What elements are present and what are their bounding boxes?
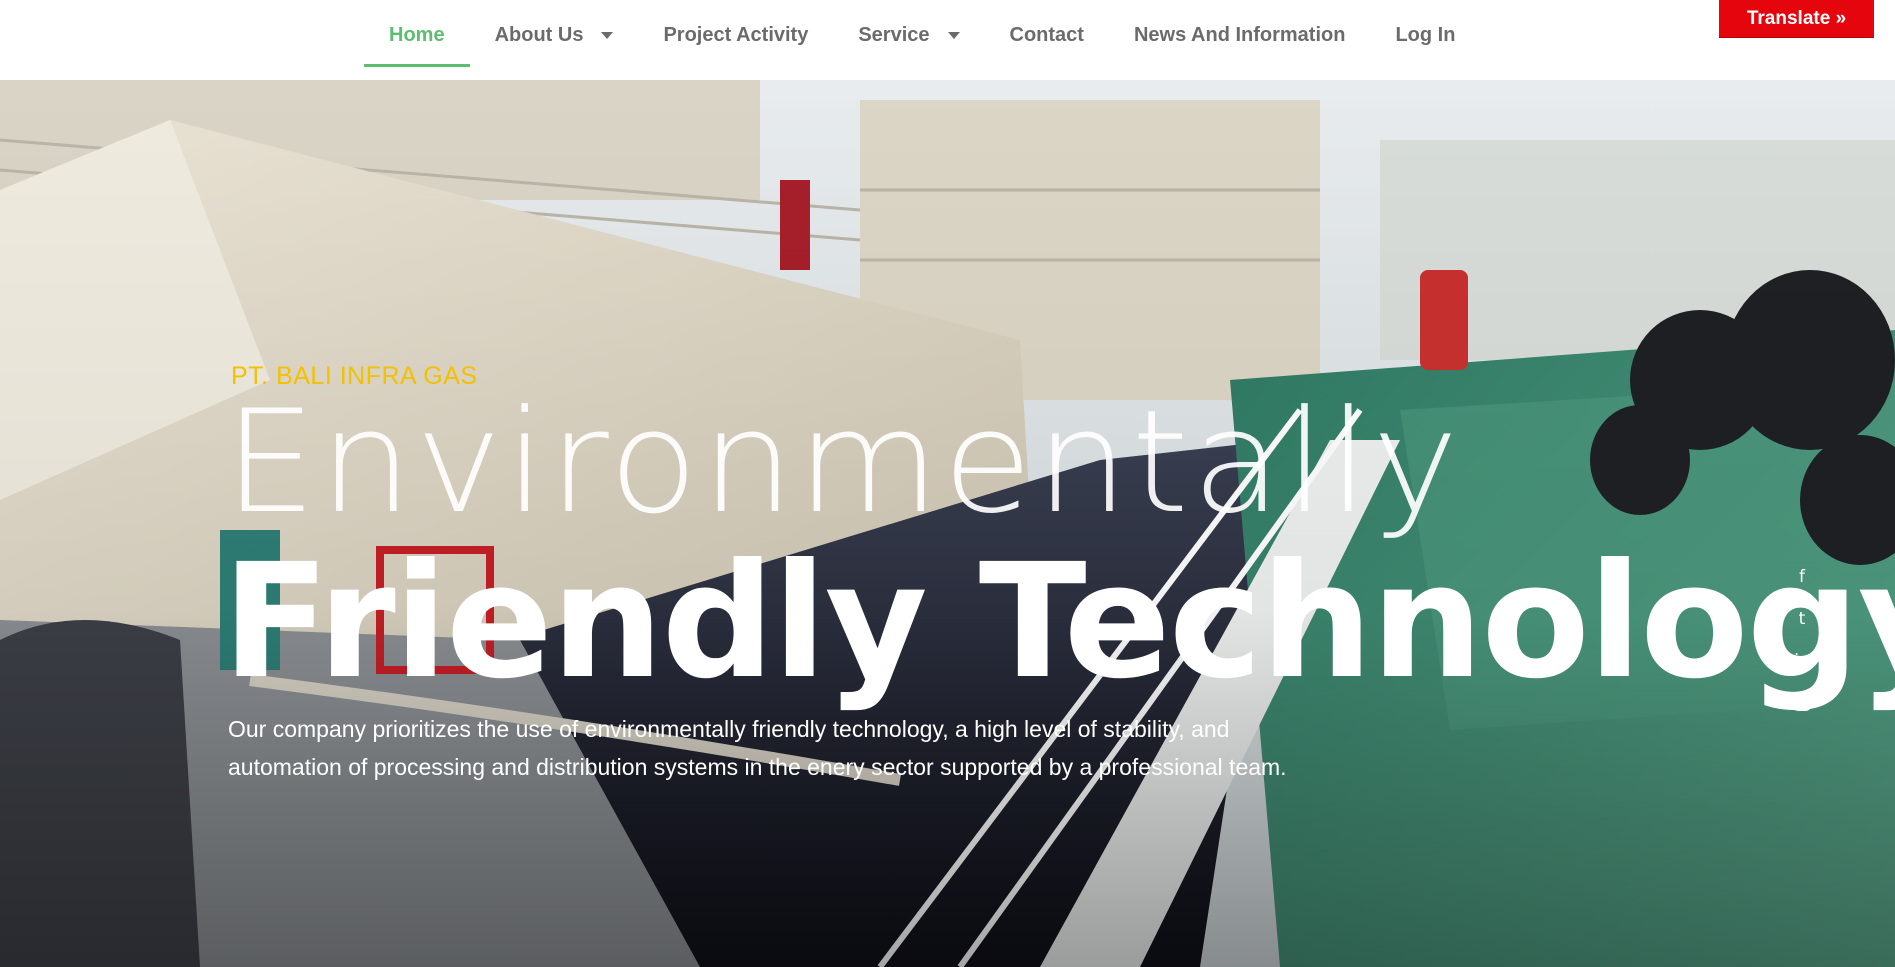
translate-button[interactable]: Translate » [1719, 0, 1874, 38]
nav-label-service: Service [858, 23, 930, 46]
nav-item-login[interactable]: Log In [1370, 0, 1480, 70]
top-navigation-bar: Home About Us Project Activity Service C… [0, 0, 1895, 80]
chevron-down-icon [601, 31, 614, 39]
nav-item-service[interactable]: Service [833, 0, 984, 70]
nav-label-login: Log In [1395, 23, 1456, 46]
nav-label-about-us: About Us [494, 23, 584, 46]
nav-label-project-activity: Project Activity [663, 23, 809, 46]
main-nav: Home About Us Project Activity Service C… [364, 0, 1480, 80]
nav-label-home: Home [389, 23, 445, 46]
hero-description: Our company prioritizes the use of envir… [228, 716, 1287, 780]
nav-item-contact[interactable]: Contact [985, 0, 1109, 70]
nav-label-news: News And Information [1133, 23, 1346, 46]
nav-label-contact: Contact [1009, 23, 1084, 46]
linkedin-icon[interactable]: in [1791, 651, 1813, 671]
hero-title-light: Environmentally [224, 380, 1462, 545]
twitter-icon[interactable]: t [1791, 609, 1813, 629]
nav-item-home[interactable]: Home [364, 0, 470, 70]
instagram-icon[interactable] [1793, 693, 1811, 711]
hero-title-bold: Friendly Technology [222, 530, 1895, 714]
social-links: f t in [1788, 567, 1816, 711]
nav-item-project-activity[interactable]: Project Activity [638, 0, 833, 70]
nav-item-about-us[interactable]: About Us [470, 0, 639, 70]
chevron-down-icon [947, 31, 960, 39]
hero-section: PT. BALI INFRA GAS Environmentally Frien… [0, 80, 1895, 967]
nav-item-news[interactable]: News And Information [1109, 0, 1370, 70]
facebook-icon[interactable]: f [1791, 567, 1813, 587]
